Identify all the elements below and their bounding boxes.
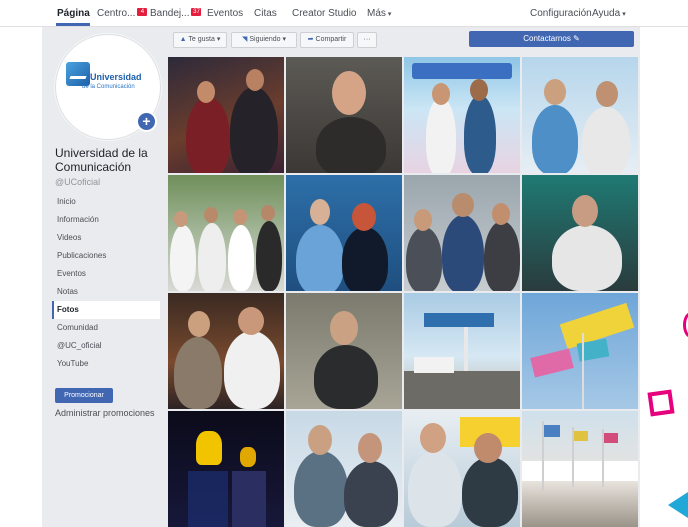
- add-icon[interactable]: +: [136, 111, 157, 132]
- promote-button[interactable]: Promocionar: [55, 388, 113, 403]
- photo-tile[interactable]: [522, 57, 638, 173]
- nav-tab-centro-label: Centro...: [97, 8, 136, 19]
- photo-grid: [168, 57, 640, 527]
- manage-promotions-link[interactable]: Administrar promociones: [55, 408, 155, 418]
- sidebar-item-fotos[interactable]: Fotos: [52, 301, 160, 319]
- photo-tile[interactable]: [168, 57, 284, 173]
- nav-tab-bandeja[interactable]: Bandej... 37: [150, 8, 202, 19]
- nav-tab-citas[interactable]: Citas: [254, 8, 277, 19]
- sidebar-item-instagram[interactable]: @UC_oficial: [52, 337, 160, 355]
- nav-configuracion[interactable]: Configuración: [530, 8, 592, 19]
- rss-icon: ◥: [242, 36, 248, 43]
- caret-down-icon: ▾: [387, 11, 392, 18]
- photo-tile[interactable]: [404, 293, 520, 409]
- sidebar-item-eventos[interactable]: Eventos: [52, 265, 160, 283]
- page-title: Universidad de la Comunicación: [55, 146, 148, 174]
- contact-us-button[interactable]: Contactarnos ✎: [469, 31, 634, 47]
- page-sidebar-nav: Inicio Información Videos Publicaciones …: [52, 193, 160, 373]
- photo-tile[interactable]: [404, 411, 520, 527]
- photo-tile[interactable]: [168, 175, 284, 291]
- university-logo-icon: [66, 62, 90, 86]
- photo-tile[interactable]: [522, 411, 638, 527]
- sidebar-item-comunidad[interactable]: Comunidad: [52, 319, 160, 337]
- sidebar-item-publicaciones[interactable]: Publicaciones: [52, 247, 160, 265]
- sidebar-item-informacion[interactable]: Información: [52, 211, 160, 229]
- contact-us-label: Contactarnos: [523, 34, 571, 43]
- share-button[interactable]: ➦ Compartir: [300, 32, 354, 48]
- sidebar-item-inicio[interactable]: Inicio: [52, 193, 160, 211]
- share-label: Compartir: [315, 36, 347, 43]
- photo-tile[interactable]: [286, 293, 402, 409]
- like-button[interactable]: ▲ Te gusta ▾: [173, 32, 227, 48]
- nav-ayuda-label: Ayuda: [592, 8, 621, 19]
- decorative-arc: [683, 312, 688, 338]
- logo-subtitle: de la Comunicación: [82, 84, 135, 90]
- pencil-icon: ✎: [573, 34, 580, 43]
- photo-tile[interactable]: [286, 57, 402, 173]
- follow-button[interactable]: ◥ Siguiendo ▾: [231, 32, 297, 48]
- sidebar-item-notas[interactable]: Notas: [52, 283, 160, 301]
- caret-down-icon: ▾: [622, 11, 626, 18]
- photo-tile[interactable]: [168, 411, 284, 527]
- photo-tile[interactable]: [522, 175, 638, 291]
- nav-tab-eventos[interactable]: Eventos: [207, 8, 243, 19]
- decorative-square: [647, 389, 675, 417]
- follow-label: Siguiendo: [249, 36, 281, 43]
- nav-tab-pagina[interactable]: Página: [57, 8, 90, 19]
- photo-tile[interactable]: [168, 293, 284, 409]
- decorative-triangle: [668, 492, 688, 518]
- page-handle: @UCoficial: [55, 177, 101, 187]
- more-options-button[interactable]: ···: [357, 32, 377, 48]
- nav-tab-creator-studio[interactable]: Creator Studio: [292, 8, 356, 19]
- photo-tile[interactable]: [404, 175, 520, 291]
- like-label: Te gusta: [188, 36, 215, 43]
- photo-tile[interactable]: [286, 411, 402, 527]
- caret-down-icon: ▾: [282, 36, 286, 43]
- sidebar-item-youtube[interactable]: YouTube: [52, 355, 160, 373]
- photo-tile[interactable]: [404, 57, 520, 173]
- caret-down-icon: ▾: [216, 36, 221, 43]
- nav-ayuda[interactable]: Ayuda ▾: [592, 8, 626, 19]
- nav-tab-mas[interactable]: Más ▾: [367, 8, 391, 19]
- share-icon: ➦: [307, 36, 314, 43]
- active-tab-indicator: [56, 23, 90, 26]
- nav-tab-centro[interactable]: Centro... 4: [97, 8, 148, 19]
- thumbs-up-icon: ▲: [179, 36, 187, 43]
- nav-tab-mas-label: Más: [367, 8, 386, 19]
- photo-tile[interactable]: [286, 175, 402, 291]
- nav-tab-bandeja-label: Bandej...: [150, 8, 190, 19]
- notification-badge: 37: [191, 8, 202, 16]
- notification-badge: 4: [137, 8, 148, 16]
- photo-tile[interactable]: [522, 293, 638, 409]
- logo-wordmark: Universidad: [90, 72, 142, 82]
- page-top-nav: Página Centro... 4 Bandej... 37 Eventos Ci…: [0, 0, 688, 27]
- sidebar-item-videos[interactable]: Videos: [52, 229, 160, 247]
